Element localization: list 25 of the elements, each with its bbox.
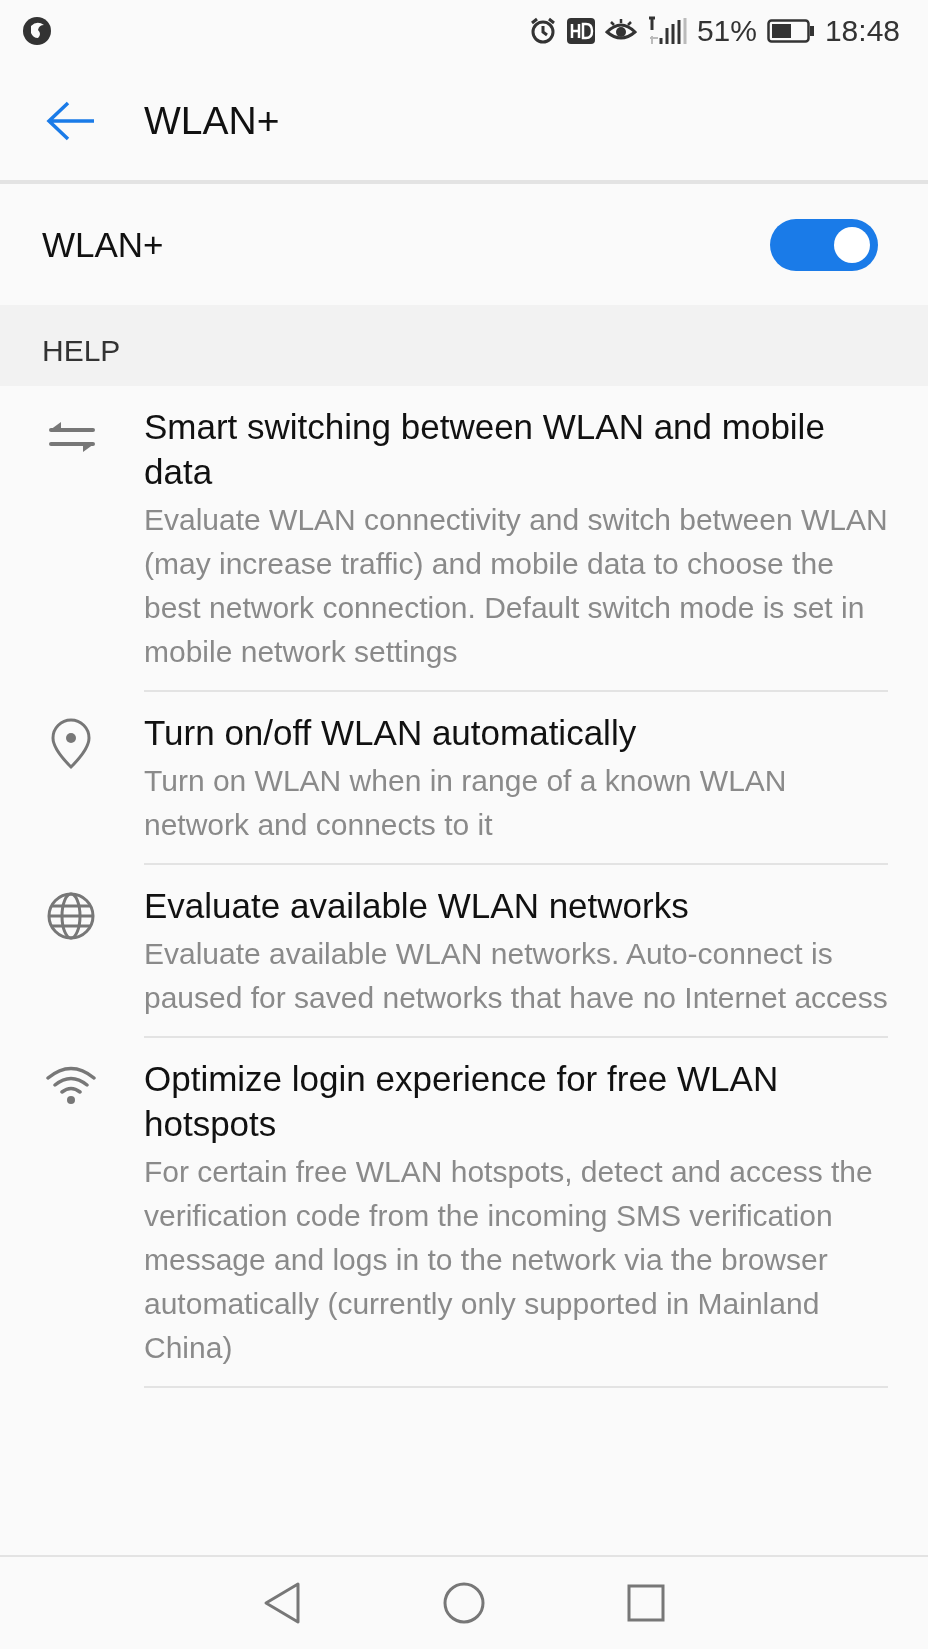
item-description: Turn on WLAN when in range of a known WLAN network and connects to it xyxy=(144,763,788,843)
wifi-icon xyxy=(45,1064,97,1104)
signal-icon xyxy=(646,16,687,46)
item-description: Evaluate available WLAN networks. Auto-connect is paused for saved networks that have no Internet access xyxy=(144,936,888,1016)
item-title: Smart switching between WLAN and mobile data xyxy=(144,406,826,493)
hd-icon xyxy=(566,18,595,44)
page-title: WLAN+ xyxy=(144,99,280,143)
item-title: Evaluate available WLAN networks xyxy=(144,885,690,927)
home-nav-button[interactable] xyxy=(442,1581,486,1625)
globe-icon xyxy=(46,891,96,941)
section-header: HELP xyxy=(42,334,121,368)
item-description: Evaluate WLAN connectivity and switch between WLAN (may increase traffic) and mobile data to choose the best network connection. Default switch mode is set in mobile network settings xyxy=(144,502,888,670)
back-nav-button[interactable] xyxy=(262,1581,302,1625)
toggle-label: WLAN+ xyxy=(42,224,164,265)
location-pin-icon xyxy=(51,718,91,770)
toggle-switch[interactable] xyxy=(770,218,878,271)
battery-percent: 51% xyxy=(696,14,757,48)
item-title: Turn on/off WLAN automatically xyxy=(144,712,638,754)
swap-arrows-icon xyxy=(47,420,95,454)
item-description: For certain free WLAN hotspots, detect and access the verification code from the incoming SMS verification message and logs in to the network via the browser automatically (currently only supported in Mainland China) xyxy=(144,1154,874,1366)
recents-nav-button[interactable] xyxy=(626,1583,666,1623)
clock-time: 18:48 xyxy=(824,14,900,48)
item-title: Optimize login experience for free WLAN hotspots xyxy=(144,1058,780,1145)
battery-icon xyxy=(766,19,815,43)
alarm-icon xyxy=(528,17,557,45)
